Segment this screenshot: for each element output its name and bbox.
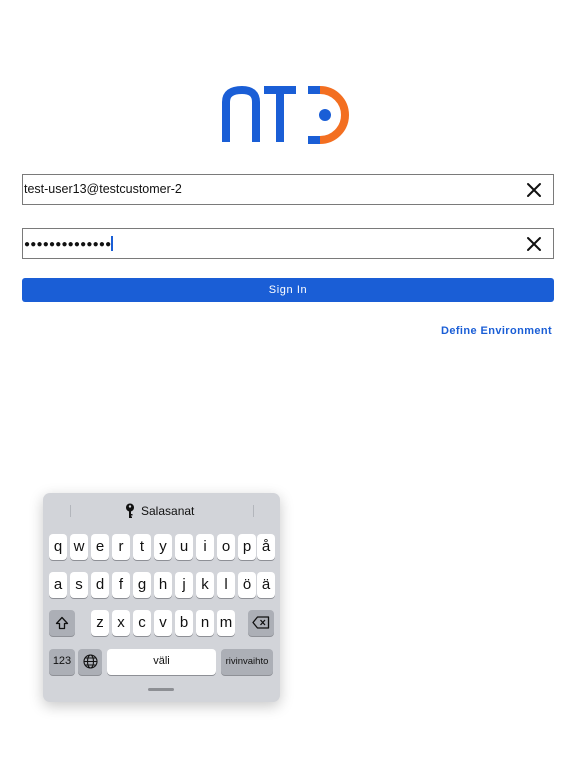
- key-o[interactable]: o: [217, 534, 235, 560]
- key-n[interactable]: n: [196, 610, 214, 636]
- numbers-key[interactable]: 123: [49, 649, 75, 675]
- globe-icon: [82, 654, 98, 669]
- key-k[interactable]: k: [196, 572, 214, 598]
- key-d[interactable]: d: [91, 572, 109, 598]
- backspace-key[interactable]: [248, 610, 274, 636]
- keyboard-suggestion-bar: Salasanat: [43, 493, 280, 527]
- key-q[interactable]: q: [49, 534, 67, 560]
- key-s[interactable]: s: [70, 572, 88, 598]
- key-g[interactable]: g: [133, 572, 151, 598]
- password-field[interactable]: ●●●●●●●●●●●●●●: [22, 228, 554, 259]
- key-y[interactable]: y: [154, 534, 172, 560]
- clear-password-icon[interactable]: [525, 235, 543, 253]
- on-screen-keyboard: Salasanat q w e r t y u i o p å a s d f …: [43, 493, 280, 702]
- key-t[interactable]: t: [133, 534, 151, 560]
- key-a-umlaut[interactable]: ä: [257, 572, 275, 598]
- text-cursor: [111, 236, 113, 252]
- key-a-ring[interactable]: å: [257, 534, 275, 560]
- return-key[interactable]: rivinvaihto: [221, 649, 273, 675]
- key-v[interactable]: v: [154, 610, 172, 636]
- suggestion-divider: [253, 505, 254, 517]
- passwords-suggestion[interactable]: Salasanat: [125, 502, 194, 520]
- globe-key[interactable]: [78, 649, 102, 675]
- shift-icon: [55, 616, 69, 630]
- key-i[interactable]: i: [196, 534, 214, 560]
- username-value: test-user13@testcustomer-2: [24, 182, 182, 196]
- key-l[interactable]: l: [217, 572, 235, 598]
- clear-username-icon[interactable]: [525, 181, 543, 199]
- suggestion-divider: [70, 505, 71, 517]
- key-m[interactable]: m: [217, 610, 235, 636]
- key-u[interactable]: u: [175, 534, 193, 560]
- key-e[interactable]: e: [91, 534, 109, 560]
- key-j[interactable]: j: [175, 572, 193, 598]
- passwords-label: Salasanat: [141, 504, 195, 518]
- sign-in-button[interactable]: Sign In: [22, 278, 554, 302]
- password-value: ●●●●●●●●●●●●●●: [24, 239, 112, 250]
- key-r[interactable]: r: [112, 534, 130, 560]
- username-field[interactable]: test-user13@testcustomer-2: [22, 174, 554, 205]
- key-b[interactable]: b: [175, 610, 193, 636]
- key-p[interactable]: p: [238, 534, 256, 560]
- key-w[interactable]: w: [70, 534, 88, 560]
- space-key[interactable]: väli: [107, 649, 216, 675]
- shift-key[interactable]: [49, 610, 75, 636]
- key-icon: [126, 503, 134, 518]
- key-f[interactable]: f: [112, 572, 130, 598]
- keyboard-drag-handle[interactable]: [148, 688, 174, 691]
- key-x[interactable]: x: [112, 610, 130, 636]
- key-o-umlaut[interactable]: ö: [238, 572, 256, 598]
- key-h[interactable]: h: [154, 572, 172, 598]
- key-c[interactable]: c: [133, 610, 151, 636]
- key-z[interactable]: z: [91, 610, 109, 636]
- backspace-icon: [252, 616, 270, 629]
- define-environment-link[interactable]: Define Environment: [441, 325, 552, 337]
- key-a[interactable]: a: [49, 572, 67, 598]
- company-logo: [222, 85, 349, 144]
